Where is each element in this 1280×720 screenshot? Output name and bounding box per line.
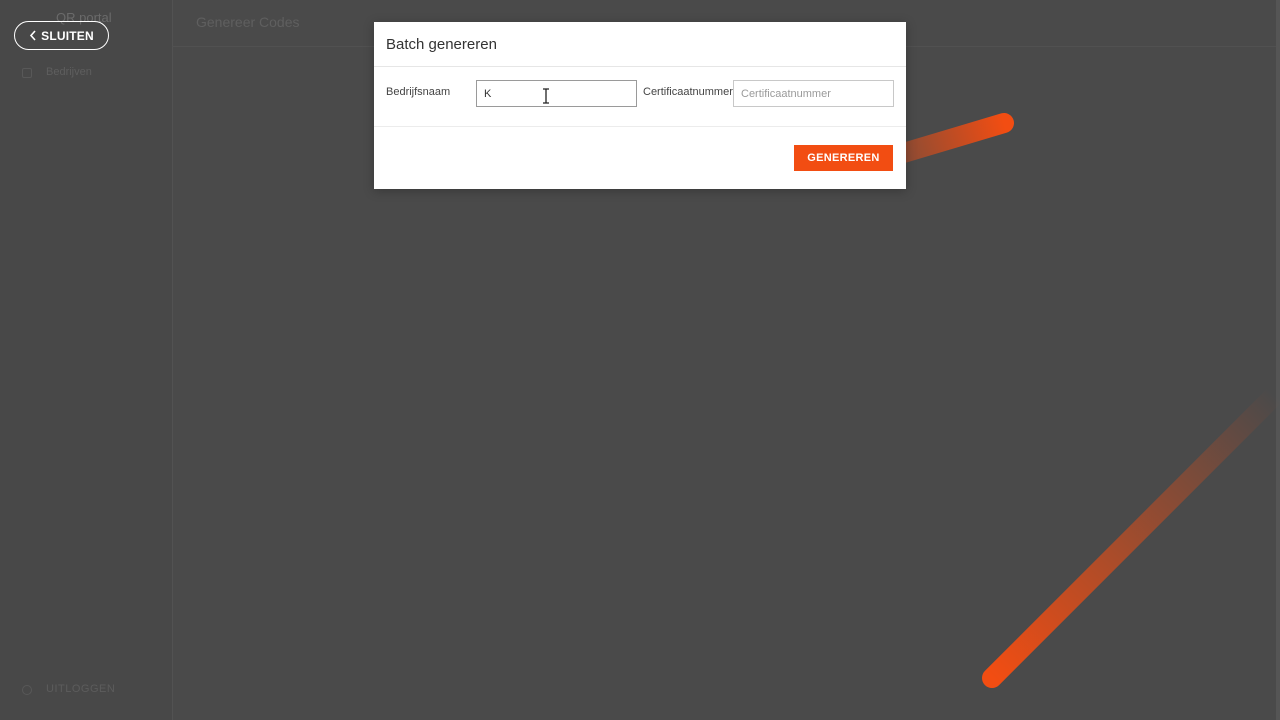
background-scrollbar [1276, 0, 1280, 720]
certificate-number-label: Certificaatnummer [643, 86, 733, 98]
logout-icon [22, 685, 32, 695]
close-button[interactable]: SLUITEN [14, 21, 109, 50]
background-page-title: Genereer Codes [196, 14, 300, 30]
screen: QR portal Bedrijven UITLOGGEN Genereer C… [0, 0, 1280, 720]
company-name-input[interactable] [476, 80, 637, 107]
building-icon [22, 68, 32, 78]
background-sidebar: QR portal Bedrijven UITLOGGEN [0, 0, 173, 720]
chevron-left-icon [30, 30, 36, 41]
background-nav-item: Bedrijven [46, 66, 92, 78]
batch-generate-modal: Batch genereren Bedrijfsnaam Certificaat… [374, 22, 906, 189]
close-button-label: SLUITEN [41, 28, 94, 43]
modal-header: Batch genereren [374, 22, 906, 67]
modal-body: Bedrijfsnaam Certificaatnummer [374, 67, 906, 127]
certificate-number-input[interactable] [733, 80, 894, 107]
modal-title: Batch genereren [386, 36, 497, 53]
generate-button[interactable]: GENEREREN [794, 145, 893, 171]
background-logout: UITLOGGEN [46, 683, 116, 695]
company-name-label: Bedrijfsnaam [386, 86, 451, 98]
modal-footer: GENEREREN [374, 127, 906, 188]
